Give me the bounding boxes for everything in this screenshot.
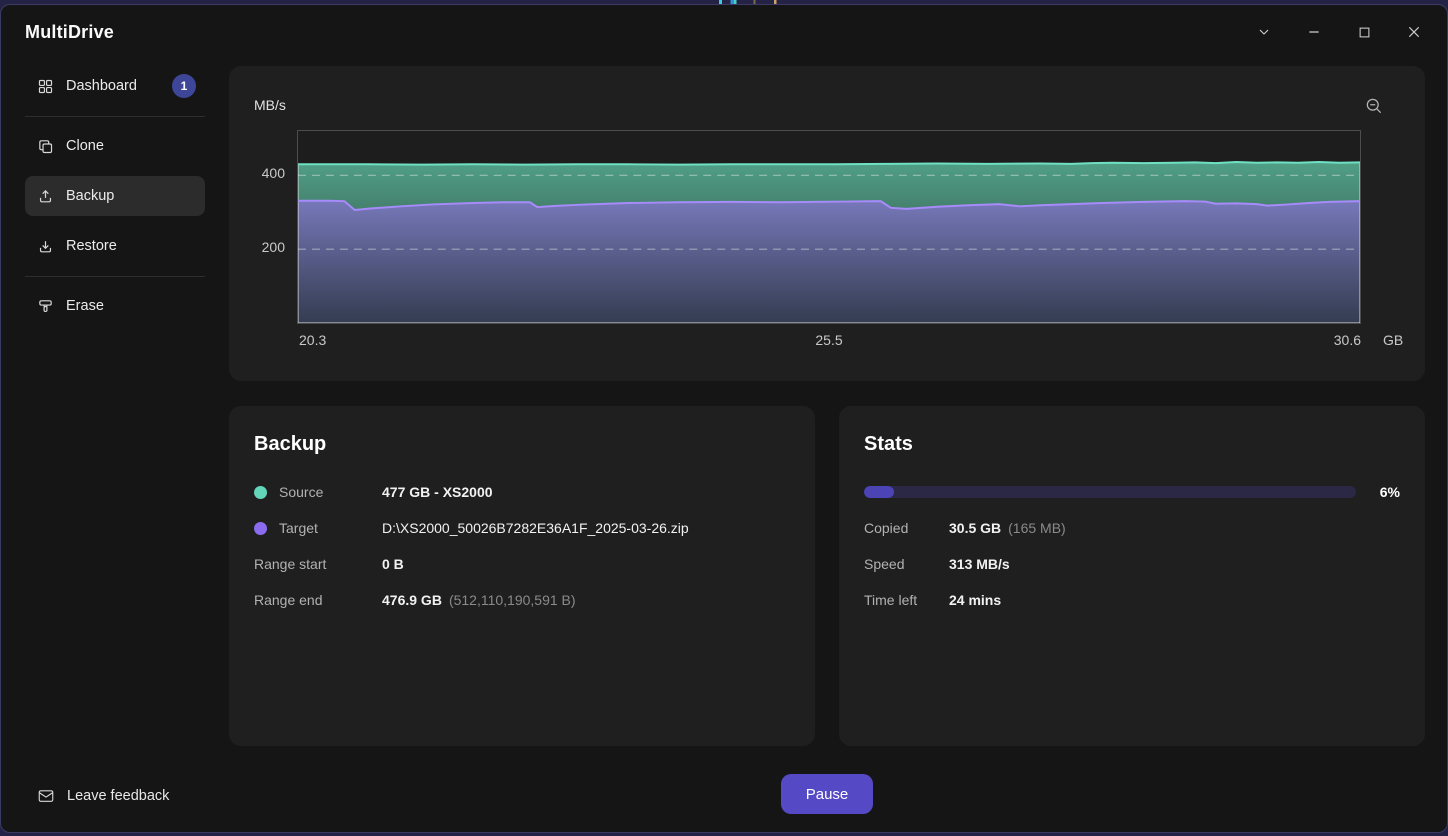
close-button[interactable] [1400,15,1428,49]
sidebar-divider [25,116,205,117]
x-axis: 20.3 25.5 30.6 GB [297,332,1403,352]
backup-info-card: Backup Source 477 GB - XS2000 Target D:\… [229,406,815,746]
copied-row: Copied 30.5 GB (165 MB) [864,510,1400,546]
leave-feedback-label: Leave feedback [67,788,170,804]
sidebar-item-label: Dashboard [66,78,137,94]
zoom-out-button[interactable] [1362,94,1386,118]
speed-chart-svg [298,160,1360,323]
row-label: Range start [254,556,327,572]
titlebar: MultiDrive [1,5,1447,61]
time-left-value: 24 mins [949,592,1002,608]
sidebar-divider [25,276,205,277]
sidebar: Dashboard 1 Clone Backup Restore Erase [1,61,229,832]
speed-chart-card: MB/s 400 200 20.3 25.5 30.6 GB [229,66,1425,381]
app-title: MultiDrive [25,22,115,42]
backup-rows: Source 477 GB - XS2000 Target D:\XS2000_… [254,474,790,618]
progress-fill [864,486,894,498]
sidebar-item-label: Backup [66,188,115,204]
upload-icon [39,189,52,202]
row-label: Time left [864,592,918,608]
target-value: D:\XS2000_50026B7282E36A1F_2025-03-26.zi… [382,520,689,536]
time-left-row: Time left 24 mins [864,582,1400,618]
sidebar-item-label: Restore [66,238,117,254]
source-value: 477 GB - XS2000 [382,484,493,500]
menu-chevron-button[interactable] [1250,15,1278,49]
scraper-icon [39,299,52,312]
progress-row: 6% [864,474,1400,510]
speed-chart-plot[interactable] [297,130,1361,324]
row-label: Target [279,520,318,536]
close-icon [1408,26,1420,38]
row-label: Source [279,484,324,500]
stats-rows: 6% Copied 30.5 GB (165 MB) Speed 313 MB/… [864,474,1400,618]
minimize-button[interactable] [1300,15,1328,49]
notification-badge: 1 [172,74,196,98]
speed-value: 313 MB/s [949,556,1010,572]
sidebar-item-clone[interactable]: Clone [25,126,205,166]
app-window: MultiDrive Dashboard 1 Clone Backup Rest… [0,4,1448,833]
sidebar-item-label: Clone [66,138,104,154]
range-end-value: 476.9 GB [382,592,442,608]
copied-value: 30.5 GB [949,520,1002,536]
sidebar-item-dashboard[interactable]: Dashboard 1 [25,66,205,106]
leave-feedback-link[interactable]: Leave feedback [37,787,169,805]
target-row: Target D:\XS2000_50026B7282E36A1F_2025-0… [254,510,790,546]
maximize-button[interactable] [1350,15,1378,49]
grid-icon [38,79,53,93]
stats-card: Stats 6% Copied 30.5 GB (165 MB) Speed 3… [839,406,1425,746]
sidebar-item-backup[interactable]: Backup [25,176,205,216]
y-axis-unit-label: MB/s [254,97,286,113]
range-start-value: 0 B [382,556,404,572]
speed-row: Speed 313 MB/s [864,546,1400,582]
progress-bar [864,486,1356,498]
maximize-icon [1359,27,1369,37]
sidebar-item-label: Erase [66,298,104,314]
sidebar-item-restore[interactable]: Restore [25,226,205,266]
x-tick-end: 30.6 [1333,332,1361,348]
row-label: Range end [254,592,323,608]
x-tick-start: 20.3 [299,332,327,348]
source-color-dot [254,485,267,499]
minimize-icon [1309,31,1319,33]
zoom-out-icon [1366,98,1382,114]
backup-card-title: Backup [254,433,327,455]
range-end-row: Range end 476.9 GB (512,110,190,591 B) [254,582,790,618]
window-controls [1250,15,1428,49]
y-tick-200: 200 [261,239,285,255]
stats-card-title: Stats [864,433,913,455]
copy-icon [39,139,53,153]
chevron-down-icon [1259,29,1269,35]
sidebar-item-erase[interactable]: Erase [25,286,205,326]
copied-extra: (165 MB) [1008,520,1066,536]
pause-button[interactable]: Pause [781,774,873,814]
row-label: Copied [864,520,909,536]
x-tick-mid: 25.5 [815,332,843,348]
source-row: Source 477 GB - XS2000 [254,474,790,510]
progress-percent: 6% [1379,484,1400,500]
download-icon [39,240,52,252]
mail-icon [38,790,54,802]
range-end-bytes: (512,110,190,591 B) [448,592,576,608]
range-start-row: Range start 0 B [254,546,790,582]
x-axis-unit-label: GB [1383,332,1404,348]
target-color-dot [254,521,267,535]
y-tick-400: 400 [261,165,285,181]
row-label: Speed [864,556,905,572]
